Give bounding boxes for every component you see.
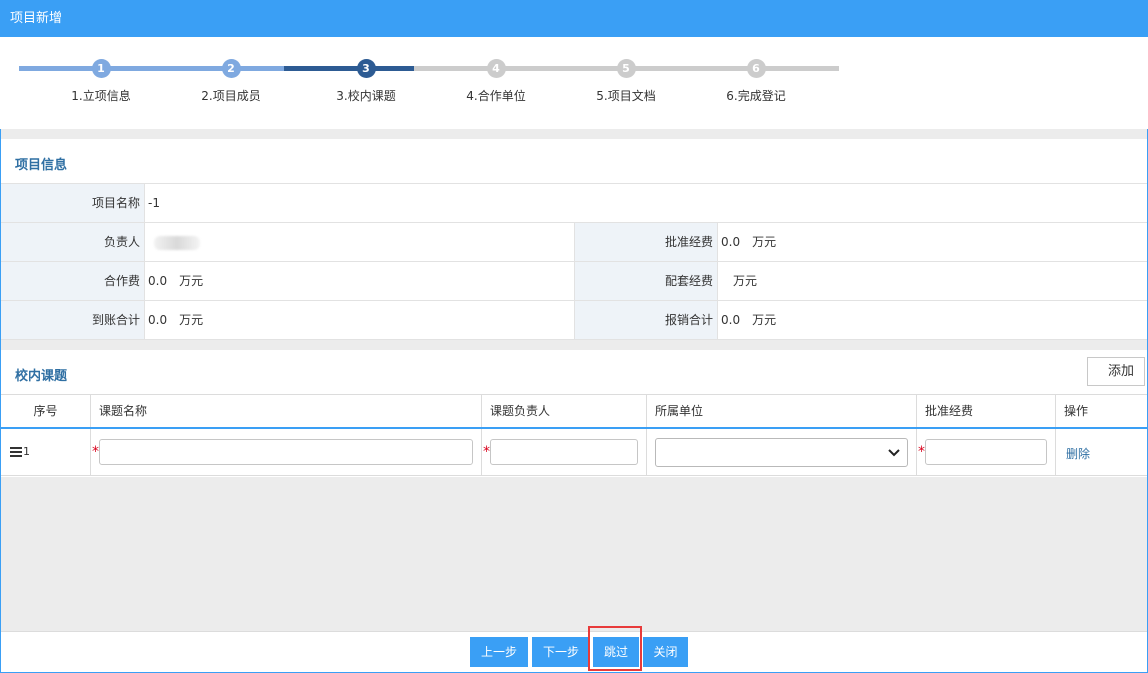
info-row: 负责人 批准经费 0.0 万元	[1, 223, 1147, 262]
skip-highlight-box	[588, 626, 642, 671]
unit-label: 万元	[733, 274, 758, 288]
footer-bar: 上一步 下一步 跳过 关闭	[1, 631, 1147, 672]
subject-leader-input[interactable]	[490, 439, 638, 465]
step-6[interactable]: 6 6.完成登记	[696, 59, 816, 104]
subjects-title: 校内课题	[15, 369, 68, 384]
required-mark: *	[92, 444, 99, 460]
step-3-circle: 3	[356, 59, 376, 78]
step-3-label: 3.校内课题	[336, 89, 396, 103]
redacted-name	[154, 235, 200, 250]
info-row: 到账合计 0.0 万元 报销合计 0.0 万元	[1, 301, 1147, 340]
reimbursed-total-value: 0.0	[721, 313, 741, 327]
approved-funds-label: 批准经费	[574, 223, 718, 261]
project-info-title: 项目信息	[15, 158, 68, 173]
coop-fee-cell: 0.0 万元	[145, 262, 574, 300]
step-4-label: 4.合作单位	[466, 89, 526, 103]
leader-value	[145, 223, 574, 261]
unit-label: 万元	[179, 313, 204, 327]
approved-funds-value: 0.0	[721, 235, 741, 249]
info-row: 项目名称 -1	[1, 184, 1147, 223]
project-name-label: 项目名称	[1, 184, 145, 222]
step-2-label: 2.项目成员	[201, 89, 261, 103]
close-button[interactable]: 关闭	[643, 637, 688, 667]
col-leader-header: 课题负责人	[482, 395, 647, 427]
approved-funds-cell: 0.0 万元	[718, 223, 776, 261]
coop-fee-value: 0.0	[148, 274, 168, 288]
subject-leader-cell: *	[482, 429, 647, 475]
stepper: 1 1.立项信息 2 2.项目成员 3 3.校内课题 4 4.合作单位 5 5.…	[0, 37, 1148, 129]
chevron-down-icon	[888, 449, 900, 457]
row-index-cell: 1	[1, 429, 91, 475]
col-funds-header: 批准经费	[917, 395, 1056, 427]
subject-unit-cell	[647, 429, 917, 475]
received-total-cell: 0.0 万元	[145, 301, 574, 339]
dialog-title: 项目新增	[0, 0, 1148, 37]
step-1-label: 1.立项信息	[71, 89, 131, 103]
col-name-header: 课题名称	[91, 395, 482, 427]
drag-handle-icon[interactable]	[10, 447, 22, 457]
matching-funds-label: 配套经费	[574, 262, 718, 300]
next-step-button[interactable]: 下一步	[532, 637, 590, 667]
step-4-circle: 4	[486, 59, 506, 78]
step-6-label: 6.完成登记	[726, 89, 786, 103]
unit-label: 万元	[752, 313, 777, 327]
step-1[interactable]: 1 1.立项信息	[41, 59, 161, 104]
subjects-header: 序号 课题名称 课题负责人 所属单位 批准经费 操作	[1, 394, 1147, 429]
step-6-circle: 6	[746, 59, 766, 78]
required-mark: *	[483, 444, 490, 460]
col-unit-header: 所属单位	[647, 395, 917, 427]
subject-funds-input[interactable]	[925, 439, 1047, 465]
coop-fee-label: 合作费	[1, 262, 145, 300]
subject-action-cell: 删除	[1056, 429, 1147, 475]
received-total-value: 0.0	[148, 313, 168, 327]
reimbursed-total-cell: 0.0 万元	[718, 301, 776, 339]
step-1-circle: 1	[91, 59, 111, 78]
step-3[interactable]: 3 3.校内课题	[306, 59, 426, 104]
col-index-header: 序号	[1, 395, 91, 427]
prev-step-button[interactable]: 上一步	[470, 637, 528, 667]
received-total-label: 到账合计	[1, 301, 145, 339]
step-5-circle: 5	[616, 59, 636, 78]
subject-name-cell: *	[91, 429, 482, 475]
section-divider	[1, 129, 1147, 139]
section-divider	[1, 340, 1147, 350]
required-mark: *	[918, 444, 925, 460]
info-row: 合作费 0.0 万元 配套经费 万元	[1, 262, 1147, 301]
row-number: 1	[23, 445, 30, 458]
step-2[interactable]: 2 2.项目成员	[171, 59, 291, 104]
step-2-circle: 2	[221, 59, 241, 78]
project-name-value: -1	[148, 196, 160, 210]
subject-name-input[interactable]	[99, 439, 473, 465]
table-row: 1 * * * 删除	[1, 429, 1147, 476]
delete-link[interactable]: 删除	[1066, 445, 1090, 462]
step-5-label: 5.项目文档	[596, 89, 656, 103]
project-info-table: 项目名称 -1 负责人 批准经费 0.0 万元 合作费 0.0 万元 配套经费 万元…	[1, 183, 1147, 340]
subject-funds-cell: *	[917, 429, 1056, 475]
step-5[interactable]: 5 5.项目文档	[566, 59, 686, 104]
unit-label: 万元	[179, 274, 204, 288]
matching-funds-cell: 万元	[718, 262, 757, 300]
step-4[interactable]: 4 4.合作单位	[436, 59, 556, 104]
reimbursed-total-label: 报销合计	[574, 301, 718, 339]
empty-area	[1, 477, 1147, 631]
subject-unit-select[interactable]	[655, 438, 908, 467]
add-subject-button[interactable]: 添加	[1087, 357, 1145, 386]
col-action-header: 操作	[1064, 404, 1089, 418]
unit-label: 万元	[752, 235, 777, 249]
leader-label: 负责人	[1, 223, 145, 261]
subjects-table: 序号 课题名称 课题负责人 所属单位 批准经费 操作 1 * * * 删除	[1, 394, 1147, 476]
